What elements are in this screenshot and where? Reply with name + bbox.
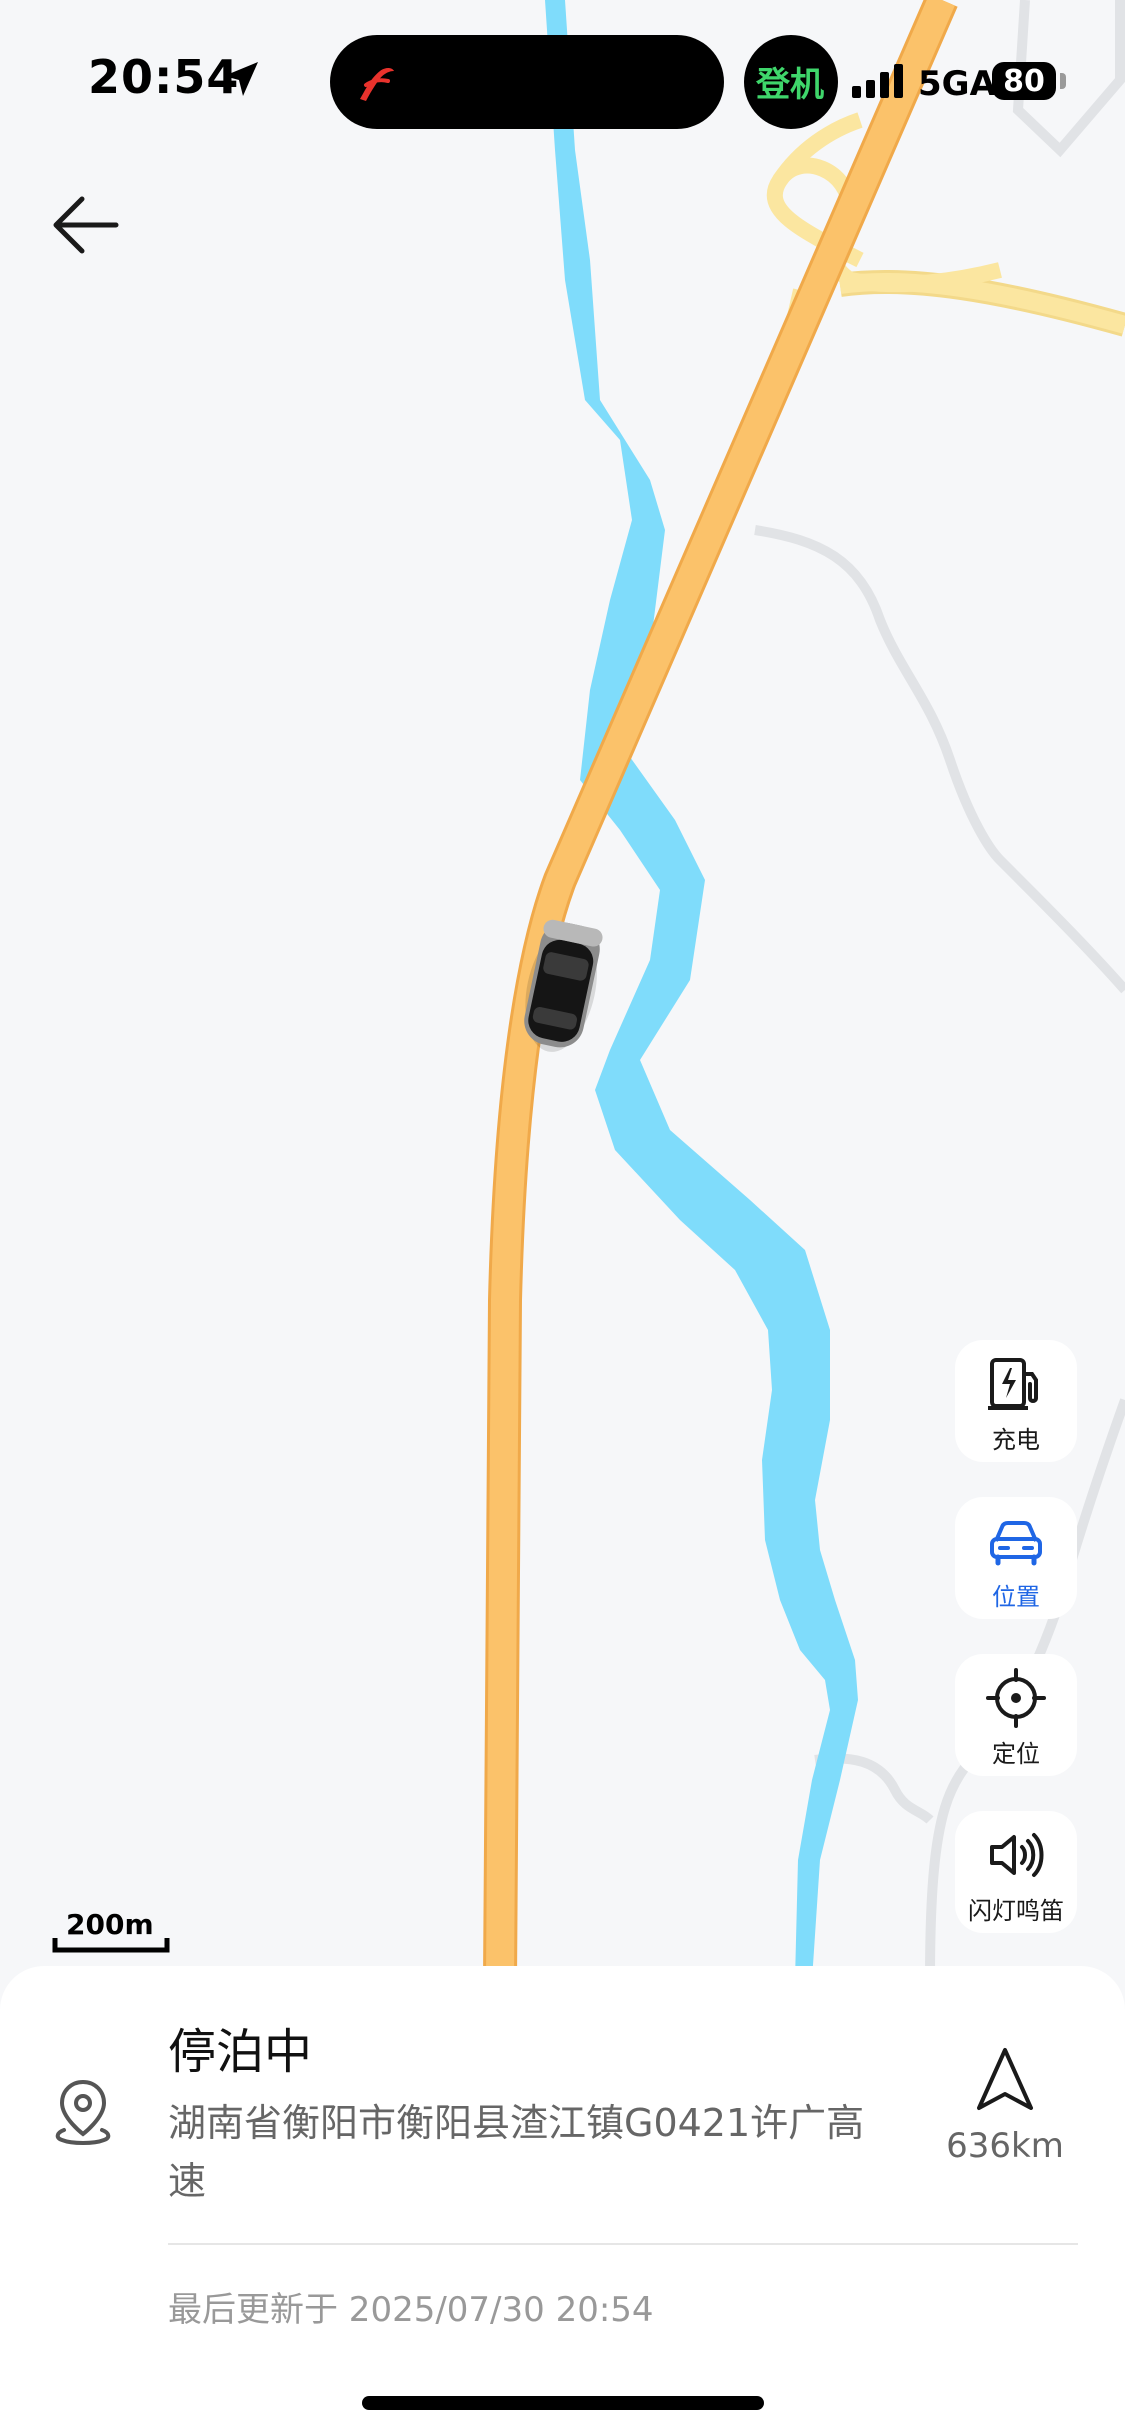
charge-label: 充电 (992, 1426, 1040, 1454)
network-type: 5GA (918, 64, 996, 104)
map-scale-bar (52, 1938, 170, 1953)
flash-horn-label: 闪灯鸣笛 (968, 1897, 1064, 1925)
charge-button[interactable]: 充电 (955, 1340, 1077, 1462)
vehicle-location-screen: 20:54 登机 5GA 80 充电 位置 定位 闪灯鸣笛 200m 停泊中 湖… (0, 0, 1125, 2436)
boarding-badge-text: 登机 (756, 65, 824, 105)
battery-cap (1060, 73, 1066, 89)
parking-status: 停泊中 (168, 2024, 313, 2080)
battery-icon: 80 (992, 62, 1056, 100)
location-arrow-icon (224, 62, 258, 96)
dynamic-island[interactable] (330, 35, 724, 129)
map-scale-label: 200m (66, 1908, 154, 1941)
last-updated-text: 最后更新于 2025/07/30 20:54 (168, 2290, 654, 2330)
position-label: 位置 (992, 1583, 1040, 1611)
charging-station-icon (988, 1358, 1038, 1410)
battery-level: 80 (1003, 64, 1045, 99)
position-button[interactable]: 位置 (955, 1497, 1077, 1619)
vehicle-info-sheet: 停泊中 湖南省衡阳市衡阳县渣江镇G0421许广高速 636km 最后更新于 20… (0, 1966, 1125, 2436)
navigate-button[interactable]: 636km (930, 2046, 1080, 2176)
navigation-arrow-icon (977, 2048, 1033, 2110)
vehicle-address: 湖南省衡阳市衡阳县渣江镇G0421许广高速 (168, 2101, 865, 2203)
location-pin-icon (55, 2079, 111, 2145)
back-arrow-icon (53, 196, 119, 254)
speaker-icon (990, 1833, 1044, 1877)
flash-horn-button[interactable]: 闪灯鸣笛 (955, 1811, 1077, 1933)
divider (168, 2243, 1078, 2245)
minor-road (754, 525, 1125, 994)
back-button[interactable] (50, 185, 130, 265)
car-icon (990, 1521, 1042, 1566)
distance-to-vehicle: 636km (946, 2126, 1064, 2166)
boarding-live-activity[interactable]: 登机 (744, 35, 838, 129)
status-time: 20:54 (88, 50, 240, 104)
crosshair-icon (986, 1668, 1046, 1728)
locate-label: 定位 (992, 1740, 1040, 1768)
locate-button[interactable]: 定位 (955, 1654, 1077, 1776)
cellular-signal-icon (852, 64, 903, 98)
home-indicator[interactable] (362, 2396, 764, 2410)
airline-logo-icon (360, 68, 394, 101)
